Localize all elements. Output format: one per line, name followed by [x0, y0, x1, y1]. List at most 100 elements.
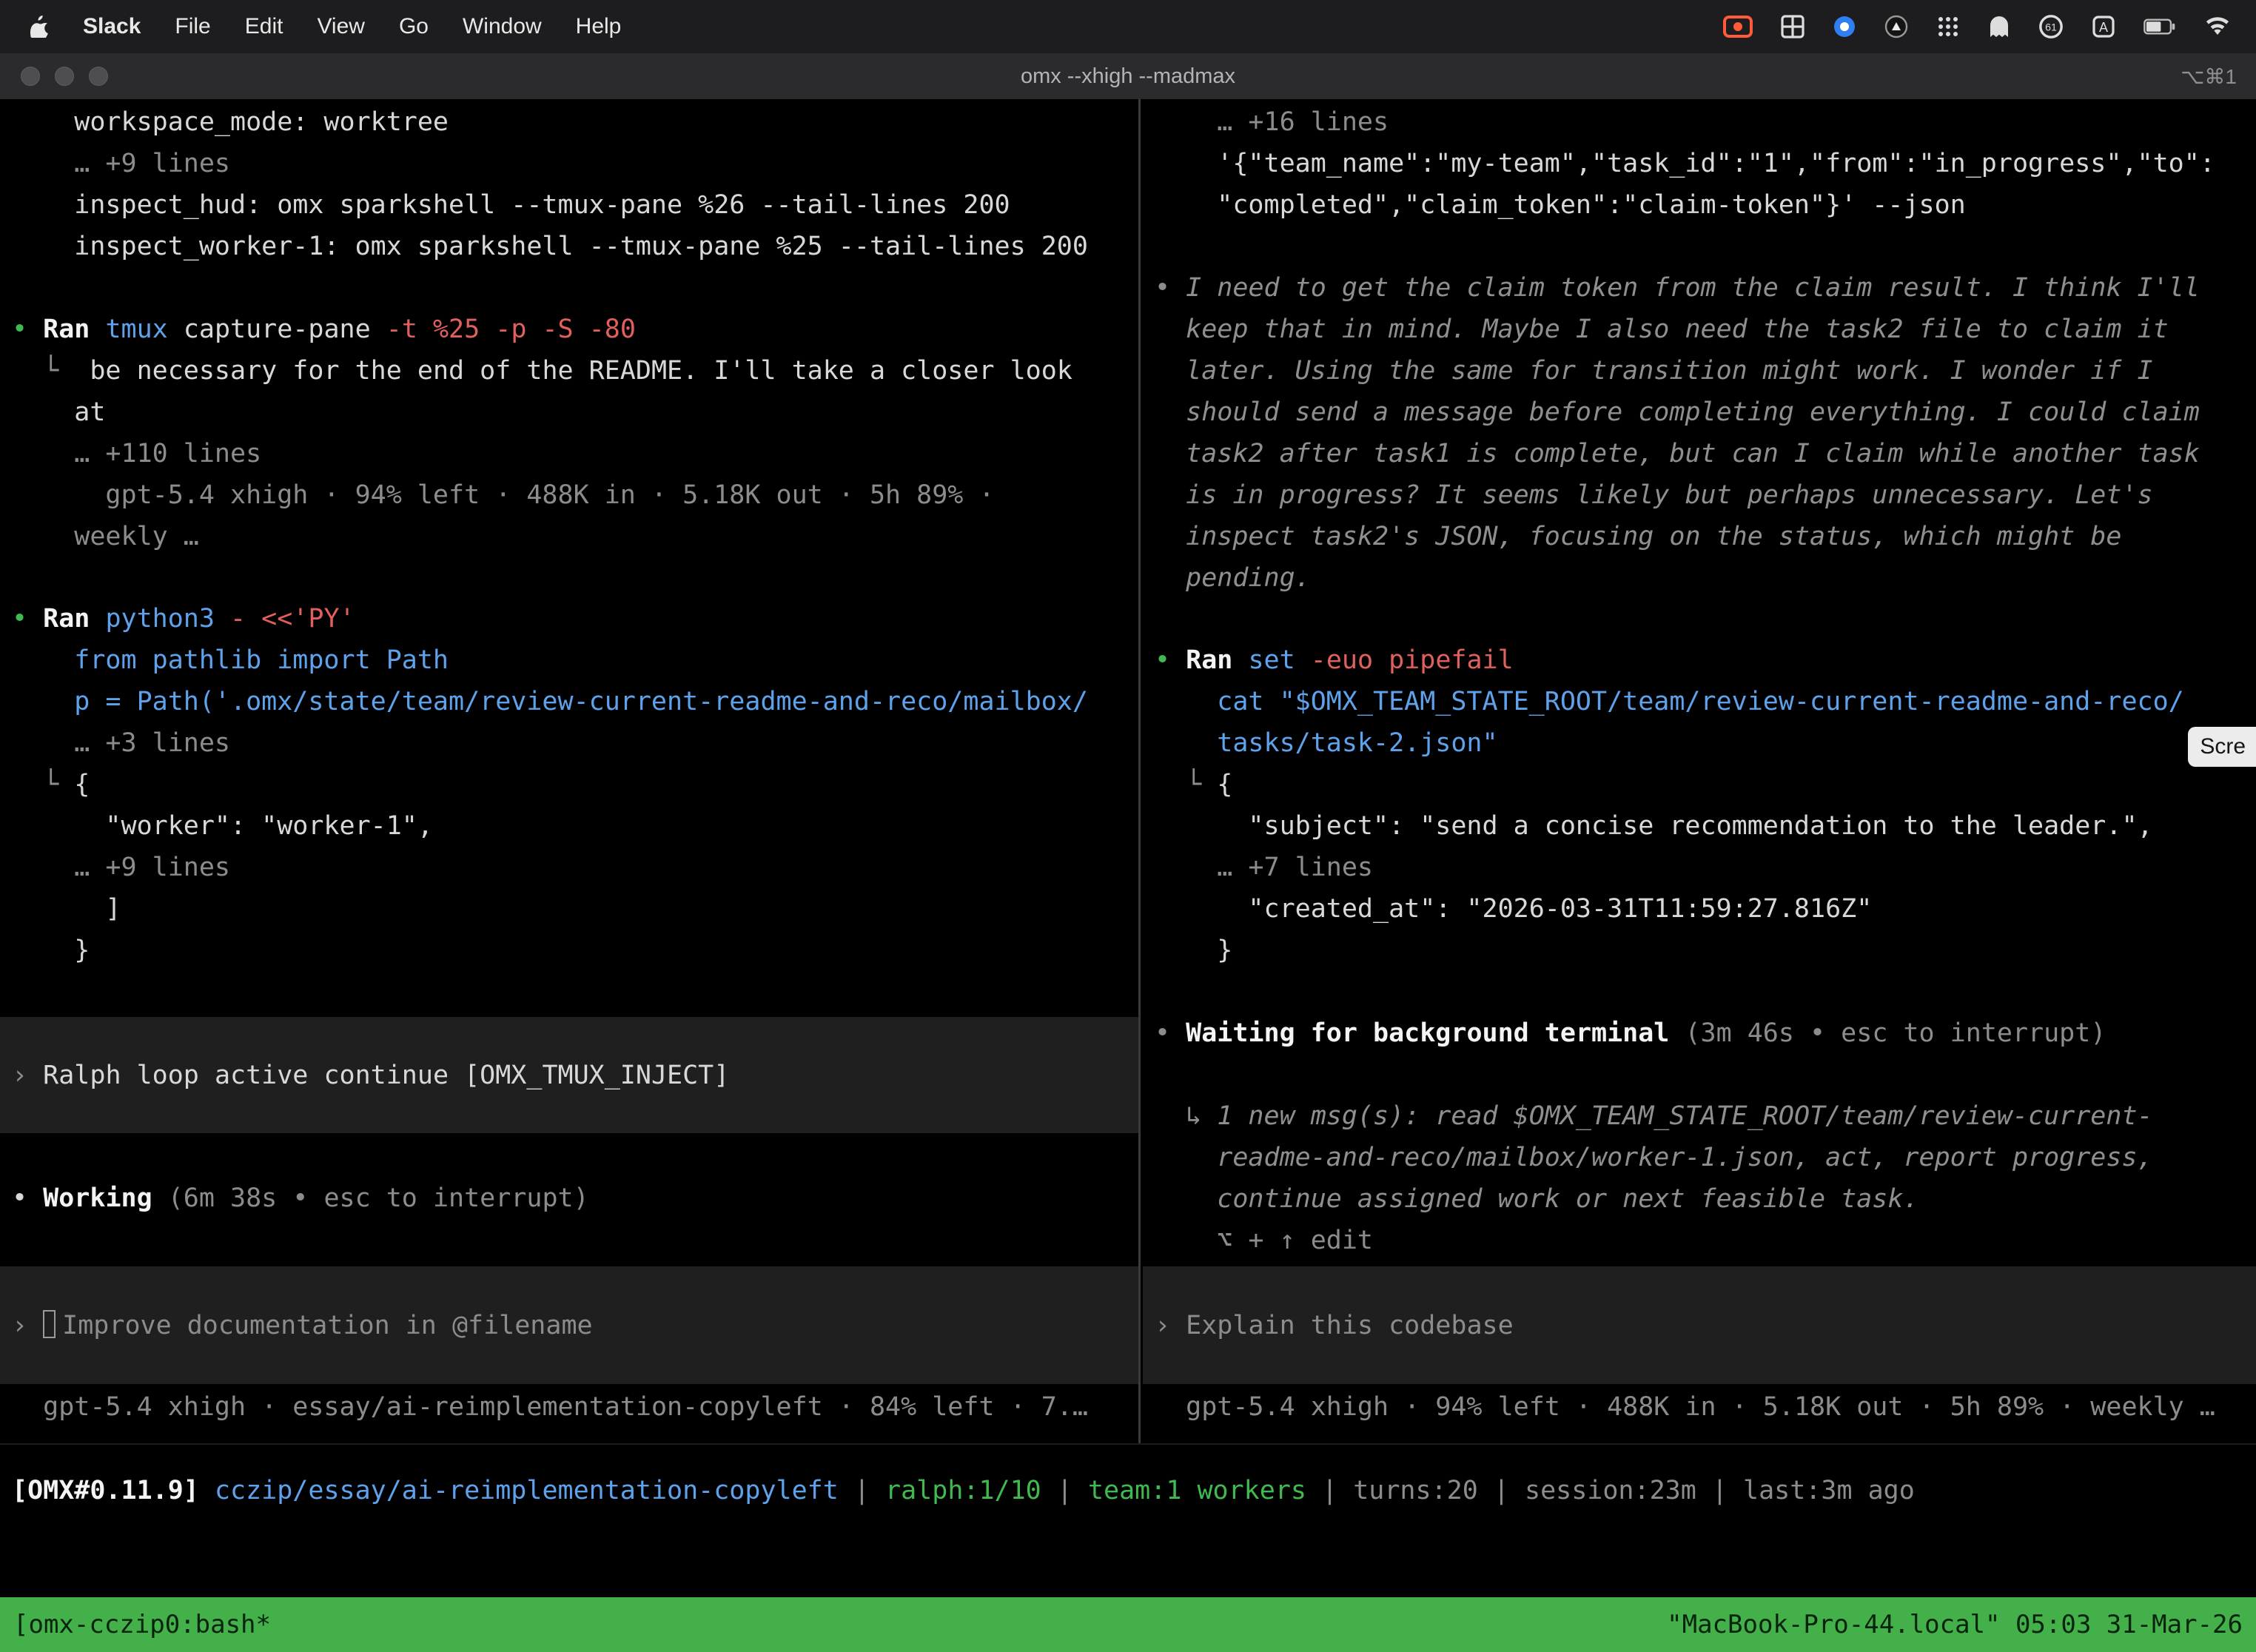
- close-button[interactable]: [21, 67, 40, 86]
- battery-icon[interactable]: [2143, 18, 2176, 36]
- terminal-line: … +9 lines: [12, 143, 1138, 184]
- terminal-line: … +3 lines: [12, 722, 1138, 764]
- terminal-line: › Ralph loop active continue [OMX_TMUX_I…: [12, 1055, 1138, 1096]
- left-working-status: • Working (6m 38s • esc to interrupt): [12, 1178, 1138, 1219]
- launchpad-icon[interactable]: [1936, 15, 1960, 38]
- terminal-line: • Ran tmux capture-pane -t %25 -p -S -80: [12, 309, 1138, 350]
- menu-item-window[interactable]: Window: [463, 14, 542, 39]
- terminal-line: }: [1155, 930, 2256, 971]
- menu-item-help[interactable]: Help: [576, 14, 622, 39]
- terminal-line: • Waiting for background terminal (3m 46…: [1155, 1013, 2256, 1054]
- right-mailbox-note: ↳ 1 new msg(s): read $OMX_TEAM_STATE_ROO…: [1155, 1095, 2256, 1261]
- right-context-footer: gpt-5.4 xhigh · 94% left · 488K in · 5.1…: [1155, 1386, 2256, 1428]
- window-title-bar: omx --xhigh --madmax ⌥⌘1: [0, 53, 2256, 99]
- terminal-line: at: [12, 392, 1138, 433]
- terminal-line: is in progress? It seems likely but perh…: [1155, 474, 2256, 516]
- terminal-line: › Improve documentation in @filename: [12, 1305, 1138, 1346]
- right-ran-set-block: • Ran set -euo pipefailcat "$OMX_TEAM_ST…: [1155, 639, 2256, 971]
- terminal-line: └ {: [12, 764, 1138, 805]
- terminal-line: inspect task2's JSON, focusing on the st…: [1155, 516, 2256, 557]
- terminal-line: keep that in mind. Maybe I also need the…: [1155, 309, 2256, 350]
- traffic-lights: [0, 67, 108, 86]
- omx-status-line: [OMX#0.11.9] cczip/essay/ai-reimplementa…: [12, 1470, 2256, 1511]
- left-inject-banner: › Ralph loop active continue [OMX_TMUX_I…: [0, 1017, 1138, 1133]
- pane-bottom-separator: [0, 1443, 2256, 1445]
- terminal-line: [OMX#0.11.9] cczip/essay/ai-reimplementa…: [12, 1470, 2256, 1511]
- left-output-intro: workspace_mode: worktree… +9 linesinspec…: [12, 101, 1138, 267]
- window-grid-icon[interactable]: [1781, 15, 1805, 38]
- right-thinking-block: • I need to get the claim token from the…: [1155, 267, 2256, 599]
- terminal-line: └ {: [1155, 764, 2256, 805]
- left-context-footer: gpt-5.4 xhigh · essay/ai-reimplementatio…: [12, 1386, 1138, 1428]
- terminal-line: • Ran set -euo pipefail: [1155, 639, 2256, 681]
- terminal-line: weekly …: [12, 516, 1138, 557]
- terminal-line: continue assigned work or next feasible …: [1155, 1178, 2256, 1220]
- terminal-line: gpt-5.4 xhigh · 94% left · 488K in · 5.1…: [1155, 1386, 2256, 1428]
- terminal-line: tasks/task-2.json": [1155, 722, 2256, 764]
- menu-status-icons: 61 A: [1723, 14, 2231, 39]
- terminal-line: gpt-5.4 xhigh · essay/ai-reimplementatio…: [12, 1386, 1138, 1428]
- wifi-icon[interactable]: [2204, 16, 2231, 37]
- terminal-line: inspect_hud: omx sparkshell --tmux-pane …: [12, 184, 1138, 226]
- terminal-line: cat "$OMX_TEAM_STATE_ROOT/team/review-cu…: [1155, 681, 2256, 722]
- ghost-app-icon[interactable]: [1988, 15, 2010, 38]
- left-pane: workspace_mode: worktree… +9 linesinspec…: [0, 99, 1138, 1443]
- terminal-line: later. Using the same for transition mig…: [1155, 350, 2256, 392]
- terminal-line: • I need to get the claim token from the…: [1155, 267, 2256, 309]
- terminal-line: should send a message before completing …: [1155, 392, 2256, 433]
- text-cursor: [43, 1310, 56, 1338]
- blue-app-icon[interactable]: [1833, 15, 1856, 38]
- menu-item-view[interactable]: View: [317, 14, 364, 39]
- menu-item-file[interactable]: File: [175, 14, 210, 39]
- terminal-line: • Ran python3 - <<'PY': [12, 598, 1138, 639]
- tmux-status-bar: [omx-cczip0:bash* "MacBook-Pro-44.local"…: [0, 1597, 2256, 1652]
- tmux-host-clock-label: "MacBook-Pro-44.local" 05:03 31-Mar-26: [1667, 1610, 2243, 1639]
- terminal-line: inspect_worker-1: omx sparkshell --tmux-…: [12, 226, 1138, 267]
- right-pane: … +16 lines'{"team_name":"my-team","task…: [1143, 99, 2256, 1443]
- terminal-line: "completed","claim_token":"claim-token"}…: [1155, 184, 2256, 226]
- terminal-line: workspace_mode: worktree: [12, 101, 1138, 143]
- terminal-line: "worker": "worker-1",: [12, 805, 1138, 847]
- menu-left-group: Slack File Edit View Go Window Help: [30, 14, 621, 39]
- menu-app-name[interactable]: Slack: [83, 14, 141, 39]
- svg-text:61: 61: [2045, 22, 2057, 34]
- terminal-line: }: [12, 930, 1138, 971]
- right-prompt-input[interactable]: › Explain this codebase: [1143, 1266, 2256, 1384]
- screen-share-tooltip: Scre: [2188, 727, 2256, 767]
- terminal-line: pending.: [1155, 557, 2256, 599]
- screen-recording-icon[interactable]: [1723, 16, 1753, 38]
- menu-item-go[interactable]: Go: [399, 14, 429, 39]
- right-command-tail: … +16 lines'{"team_name":"my-team","task…: [1155, 101, 2256, 226]
- terminal-line: '{"team_name":"my-team","task_id":"1","f…: [1155, 143, 2256, 184]
- left-ran-tmux-block: • Ran tmux capture-pane -t %25 -p -S -80…: [12, 309, 1138, 557]
- battery-gauge-icon[interactable]: 61: [2038, 14, 2064, 39]
- menu-item-edit[interactable]: Edit: [245, 14, 283, 39]
- terminal-line: "created_at": "2026-03-31T11:59:27.816Z": [1155, 888, 2256, 930]
- minimize-button[interactable]: [55, 67, 74, 86]
- terminal-line: └ be necessary for the end of the README…: [12, 350, 1138, 392]
- terminal-line: readme-and-reco/mailbox/worker-1.json, a…: [1155, 1137, 2256, 1178]
- terminal-line: ⌥ + ↑ edit: [1155, 1220, 2256, 1261]
- terminal-line: … +7 lines: [1155, 847, 2256, 888]
- terminal-line: • Working (6m 38s • esc to interrupt): [12, 1178, 1138, 1219]
- left-ran-python-block: • Ran python3 - <<'PY'from pathlib impor…: [12, 598, 1138, 971]
- dark-app-icon[interactable]: [1884, 15, 1908, 38]
- right-waiting-status: • Waiting for background terminal (3m 46…: [1155, 1013, 2256, 1054]
- window-title: omx --xhigh --madmax: [0, 64, 2256, 89]
- terminal-line: … +9 lines: [12, 847, 1138, 888]
- terminal-line: › Explain this codebase: [1155, 1305, 2256, 1346]
- screen-share-tooltip-label: Scre: [2200, 734, 2246, 759]
- input-source-icon[interactable]: A: [2092, 15, 2115, 38]
- zoom-button[interactable]: [89, 67, 108, 86]
- terminal-line: … +16 lines: [1155, 101, 2256, 143]
- macos-menu-bar: Slack File Edit View Go Window Help 61 A: [0, 0, 2256, 53]
- left-prompt-input[interactable]: › Improve documentation in @filename: [0, 1266, 1138, 1384]
- apple-icon[interactable]: [30, 16, 49, 38]
- terminal-line: task2 after task1 is complete, but can I…: [1155, 433, 2256, 474]
- tmux-session-label: [omx-cczip0:bash*: [13, 1610, 271, 1639]
- tmux-pane-divider[interactable]: [1138, 99, 1141, 1443]
- terminal-line: p = Path('.omx/state/team/review-current…: [12, 681, 1138, 722]
- terminal-line: gpt-5.4 xhigh · 94% left · 488K in · 5.1…: [12, 474, 1138, 516]
- terminal-line: "subject": "send a concise recommendatio…: [1155, 805, 2256, 847]
- terminal-line: ]: [12, 888, 1138, 930]
